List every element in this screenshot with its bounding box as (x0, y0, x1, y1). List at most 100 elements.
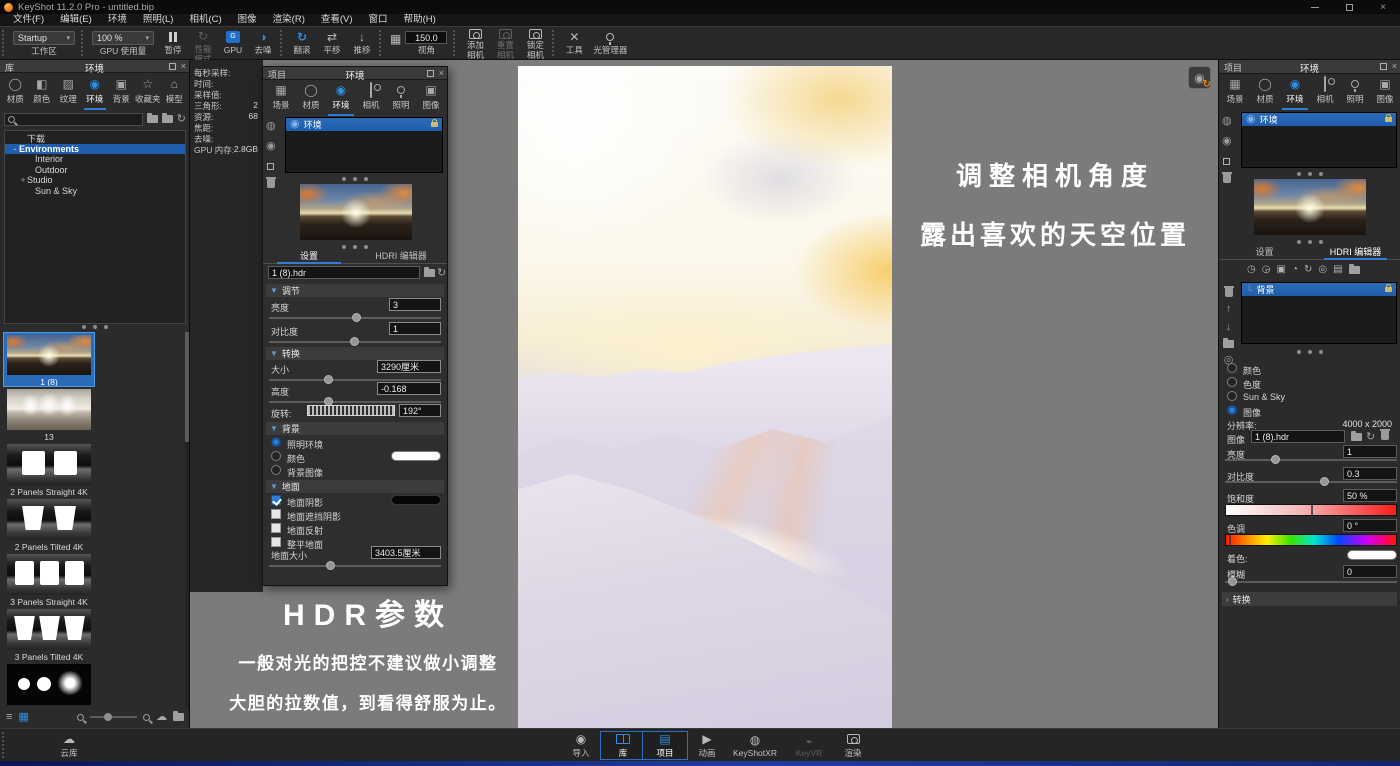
folder-icon[interactable] (1223, 338, 1234, 348)
close-icon[interactable]: × (1392, 61, 1397, 71)
pan-button[interactable]: ⇄ 平移 (317, 27, 347, 59)
tab-image[interactable]: ▣ 图像 (416, 80, 446, 114)
drag-dots[interactable] (1219, 172, 1400, 176)
ground-size-slider[interactable] (269, 561, 441, 570)
drag-dots[interactable] (263, 177, 447, 181)
environment-list-item[interactable]: ◉ 环境 (1242, 113, 1396, 126)
contrast-slider[interactable] (1225, 477, 1397, 486)
saturation-gradient-slider[interactable] (1225, 504, 1397, 517)
light-manager-button[interactable]: 光管理器 (589, 27, 631, 59)
thumbnail-item[interactable]: 1 (8) (3, 332, 95, 387)
add-copy-pin-icon[interactable]: ◔ (1292, 264, 1298, 275)
environment-library-icon[interactable]: ◍ (266, 121, 276, 132)
tab-lighting[interactable]: 照明 (386, 80, 416, 114)
pause-button[interactable]: 暂停 (158, 27, 188, 59)
flatten-ground-checkbox[interactable] (271, 537, 281, 547)
close-button[interactable]: × (1366, 0, 1400, 14)
menu-item-file[interactable]: 文件(F) (6, 14, 51, 26)
thumbnail-size-slider[interactable] (89, 713, 138, 721)
add-folder-icon[interactable] (173, 711, 184, 721)
tab-scene[interactable]: ▦ 场景 (1220, 74, 1250, 108)
undock-icon[interactable] (168, 63, 176, 70)
trash-icon[interactable] (1223, 286, 1234, 297)
open-file-icon[interactable] (424, 267, 435, 277)
refresh-icon[interactable]: ↻ (177, 113, 186, 125)
rotation-field[interactable]: 192° (399, 404, 441, 417)
library-tab-favorites[interactable]: ☆ 收藏夹 (135, 74, 162, 108)
type-image-radio[interactable] (1227, 405, 1237, 415)
menu-item-edit[interactable]: 编辑(E) (53, 14, 99, 26)
zoom-in-icon[interactable] (143, 713, 151, 721)
height-slider[interactable] (269, 397, 441, 406)
tab-scene[interactable]: ▦ 场景 (266, 80, 296, 114)
cloud-library-button[interactable]: ☁ 云库 (46, 731, 92, 760)
add-pin-icon[interactable]: ◷ (1247, 264, 1256, 275)
ground-shadow-color-swatch[interactable] (391, 495, 441, 505)
tree-item-downloads[interactable]: 下载 (5, 133, 185, 144)
menu-item-environment[interactable]: 环境 (101, 14, 134, 26)
library-toggle-button[interactable]: 库 (600, 731, 646, 760)
duplicate-icon[interactable] (1223, 158, 1231, 165)
dolly-button[interactable]: ↓ 推移 (347, 27, 377, 59)
tab-image[interactable]: ▣ 图像 (1370, 74, 1400, 108)
contrast-field[interactable]: 1 (389, 322, 441, 335)
tree-item-interior[interactable]: Interior (5, 154, 185, 165)
library-tab-environments[interactable]: ◉ 环境 (82, 74, 109, 110)
saturation-field[interactable]: 50 % (1343, 489, 1397, 502)
thumbnail-item[interactable]: 3 Panels Tilted 4K (3, 607, 95, 662)
denoise-toggle[interactable]: ◑ 去噪 (248, 27, 278, 59)
tree-item-environments[interactable]: - Environments (5, 143, 185, 154)
dock-icon[interactable] (426, 70, 434, 77)
toolbar-grip[interactable] (453, 30, 458, 56)
tab-material[interactable]: ◯ 材质 (296, 80, 326, 114)
save-as-icon[interactable] (1348, 263, 1360, 274)
list-view-icon[interactable]: ≡ (6, 711, 12, 723)
zoom-out-icon[interactable] (76, 713, 84, 721)
ground-reflection-checkbox[interactable] (271, 523, 281, 533)
drag-dots[interactable] (1219, 240, 1400, 244)
cloud-upload-icon[interactable]: ☁ (156, 711, 167, 723)
drag-dots[interactable] (1219, 350, 1400, 354)
workspace-select[interactable]: Startup ▾ 工作区 (9, 27, 79, 59)
tab-material[interactable]: ◯ 材质 (1250, 74, 1280, 108)
adjust-section-header[interactable]: ▼ 调节 (266, 284, 444, 297)
close-icon[interactable]: × (439, 68, 444, 78)
hue-gradient-slider[interactable] (1225, 534, 1397, 547)
tumble-button[interactable]: ↻ 翻滚 (287, 27, 317, 59)
drag-dots[interactable] (0, 325, 189, 329)
close-icon[interactable]: × (181, 61, 186, 71)
bg-color-swatch[interactable] (391, 451, 441, 461)
tab-lighting[interactable]: 照明 (1340, 74, 1370, 108)
height-field[interactable]: -0.168 (377, 382, 441, 395)
thumbnail-item[interactable]: 3 Point Dark 4K (3, 662, 95, 709)
open-file-icon[interactable] (1351, 431, 1362, 441)
hdri-editor-subtab[interactable]: HDRI 编辑器 (355, 250, 447, 263)
contrast-slider[interactable] (269, 337, 441, 346)
keyshotxr-button[interactable]: ◍ KeyShotXR (726, 731, 784, 760)
maximize-button[interactable] (1332, 0, 1366, 14)
brightness-field[interactable]: 3 (389, 298, 441, 311)
project-toggle-button[interactable]: ▤ 项目 (642, 731, 688, 760)
refresh-icon[interactable]: ↻ (437, 268, 446, 279)
tab-camera[interactable]: 相机 (356, 80, 386, 114)
sphere-view-icon[interactable]: ◎ (1318, 264, 1327, 275)
grid-view-icon[interactable]: ▦ (18, 711, 28, 723)
library-search-input[interactable] (4, 112, 144, 126)
hdr-preview-thumbnail[interactable] (1254, 179, 1366, 235)
image-file-field[interactable]: 1 (8).hdr (1251, 430, 1345, 443)
menu-item-help[interactable]: 帮助(H) (397, 14, 443, 26)
toolbar-grip[interactable] (280, 30, 285, 56)
add-environment-icon[interactable]: ◉ (266, 141, 276, 152)
tree-item-sun-sky[interactable]: Sun & Sky (5, 186, 185, 197)
hdr-preview-thumbnail[interactable] (300, 184, 412, 240)
tab-environment[interactable]: ◉ 环境 (1280, 74, 1310, 110)
keyvr-button[interactable]: ◒ KeyVR (786, 731, 832, 760)
refresh-icon[interactable]: ↻ (1366, 432, 1375, 443)
background-layer-item[interactable]: └ 背景 (1242, 283, 1396, 296)
hdr-file-field[interactable]: 1 (8).hdr (268, 266, 420, 279)
library-tab-models[interactable]: ⌂ 模型 (161, 74, 188, 108)
transform-section-header[interactable]: › 转换 (1222, 592, 1397, 606)
settings-subtab[interactable]: 设置 (263, 250, 355, 264)
menu-item-camera[interactable]: 相机(C) (182, 14, 228, 26)
tint-color-swatch[interactable] (1347, 550, 1397, 560)
